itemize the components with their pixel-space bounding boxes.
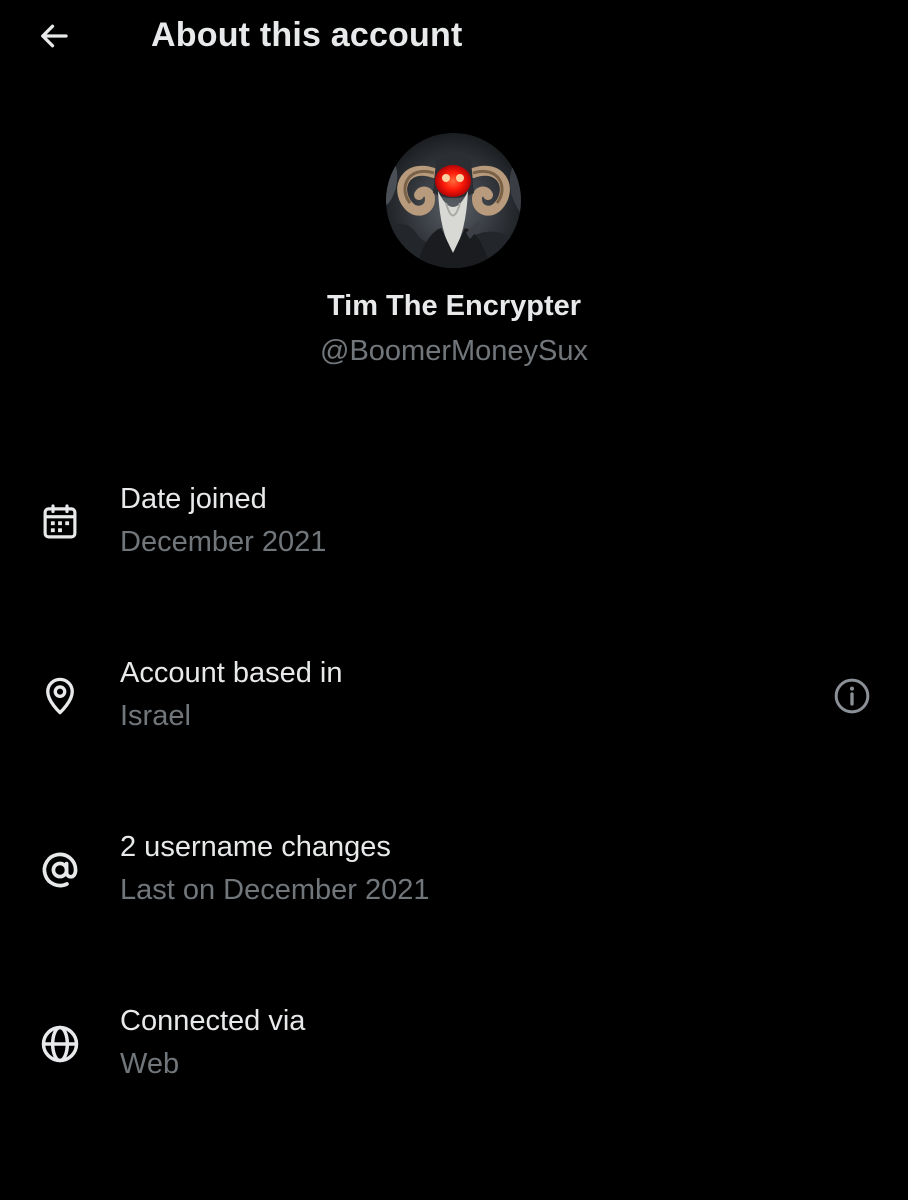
detail-row-account-based-in: Account based in Israel	[0, 644, 908, 754]
username-handle: @BoomerMoneySux	[320, 335, 588, 367]
account-based-in-label: Account based in	[120, 657, 343, 689]
username-changes-label: 2 username changes	[120, 831, 391, 863]
avatar-image	[386, 133, 521, 268]
account-based-in-value: Israel	[120, 700, 191, 732]
display-name: Tim The Encrypter	[326, 290, 582, 322]
detail-row-connected-via: Connected via Web	[0, 992, 908, 1102]
connected-via-label: Connected via	[120, 1005, 306, 1037]
location-pin-icon	[36, 672, 84, 720]
connected-via-value: Web	[120, 1048, 180, 1080]
detail-row-username-changes: 2 username changes Last on December 2021	[0, 818, 908, 928]
top-bar: About this account	[0, 0, 908, 72]
globe-icon	[36, 1020, 84, 1068]
back-button[interactable]	[30, 14, 78, 58]
page-title: About this account	[151, 16, 463, 54]
username-changes-value: Last on December 2021	[120, 874, 430, 906]
date-joined-value: December 2021	[120, 526, 327, 558]
arrow-left-icon	[41, 24, 68, 48]
at-sign-icon	[36, 846, 84, 894]
info-icon	[834, 678, 870, 714]
profile-avatar[interactable]	[386, 133, 521, 268]
calendar-icon	[36, 498, 84, 546]
detail-row-date-joined: Date joined December 2021	[0, 470, 908, 580]
date-joined-label: Date joined	[120, 483, 267, 515]
info-button[interactable]	[830, 674, 874, 718]
